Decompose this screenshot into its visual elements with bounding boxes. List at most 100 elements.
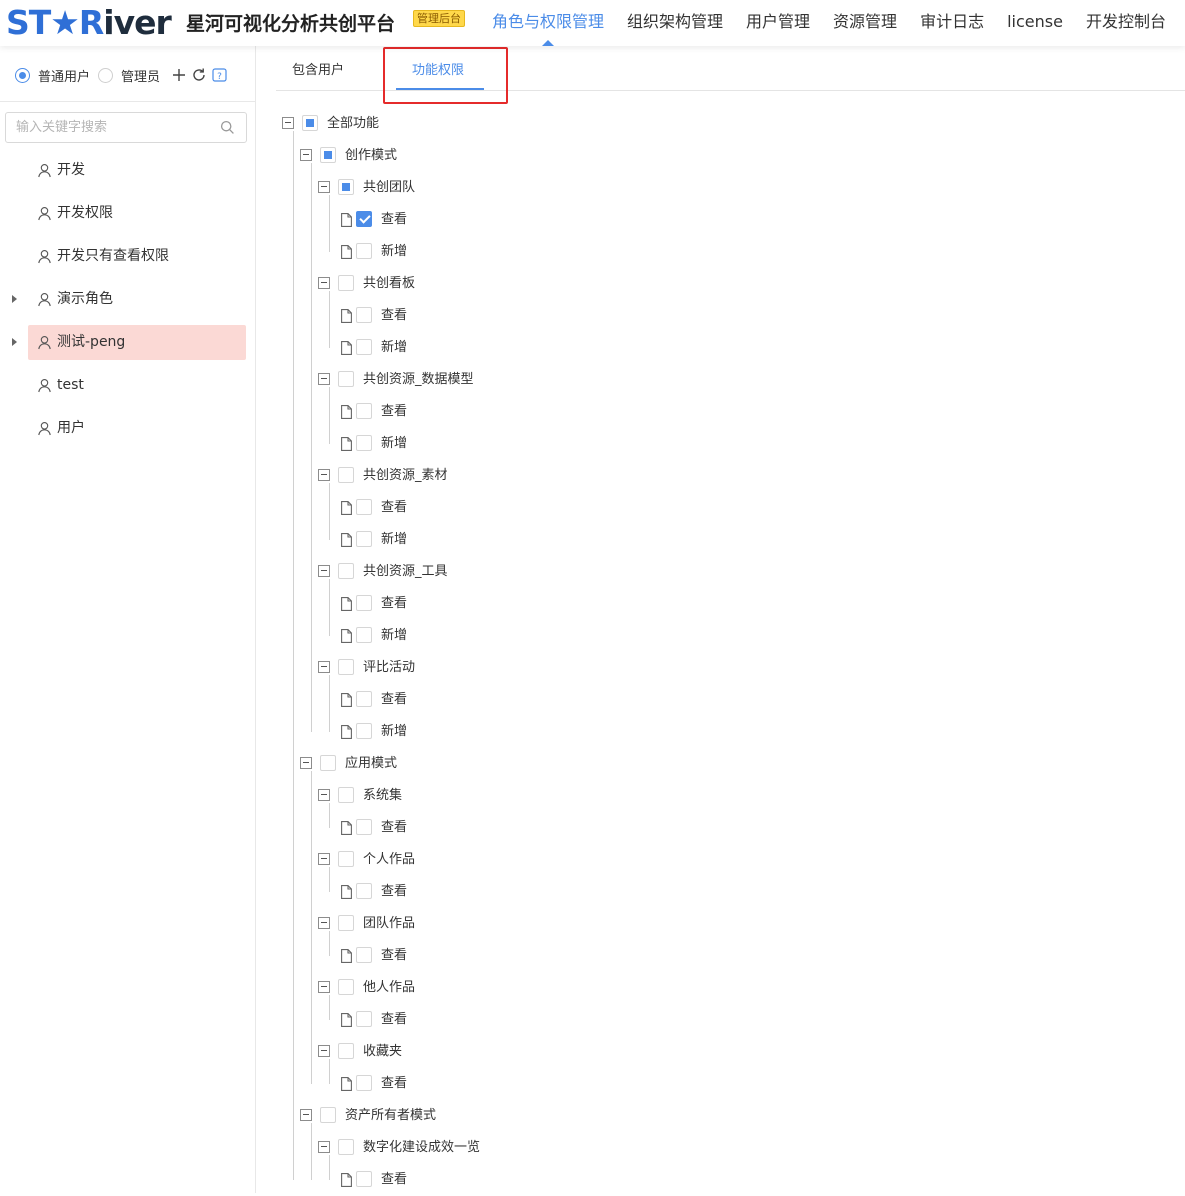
collapse-toggle-icon[interactable] xyxy=(318,277,330,289)
permission-checkbox[interactable] xyxy=(356,1011,372,1027)
tree-leaf-node[interactable]: 新增 xyxy=(256,620,856,652)
permission-checkbox[interactable] xyxy=(356,211,372,227)
refresh-icon[interactable] xyxy=(190,66,208,84)
permission-checkbox[interactable] xyxy=(356,339,372,355)
nav-item-2[interactable]: 用户管理 xyxy=(734,0,821,46)
collapse-toggle-icon[interactable] xyxy=(300,149,312,161)
radio-admin[interactable]: 管理员 xyxy=(98,66,160,85)
collapse-toggle-icon[interactable] xyxy=(318,469,330,481)
tree-branch-node[interactable]: 共创资源_数据模型 xyxy=(256,364,856,396)
tree-leaf-node[interactable]: 新增 xyxy=(256,716,856,748)
permission-checkbox[interactable] xyxy=(338,179,354,195)
add-role-icon[interactable] xyxy=(170,66,188,84)
tab-included-users[interactable]: 包含用户 xyxy=(292,59,344,78)
permission-checkbox[interactable] xyxy=(302,115,318,131)
tree-leaf-node[interactable]: 新增 xyxy=(256,236,856,268)
collapse-toggle-icon[interactable] xyxy=(318,373,330,385)
permission-checkbox[interactable] xyxy=(356,1171,372,1187)
permission-checkbox[interactable] xyxy=(356,531,372,547)
tree-leaf-node[interactable]: 新增 xyxy=(256,332,856,364)
role-item[interactable]: 开发只有查看权限 xyxy=(0,239,256,274)
collapse-toggle-icon[interactable] xyxy=(318,917,330,929)
permission-checkbox[interactable] xyxy=(356,691,372,707)
tree-leaf-node[interactable]: 新增 xyxy=(256,524,856,556)
permission-checkbox[interactable] xyxy=(356,819,372,835)
nav-item-1[interactable]: 组织架构管理 xyxy=(615,0,734,46)
expand-caret-icon[interactable] xyxy=(12,295,17,303)
nav-item-6[interactable]: 开发控制台 xyxy=(1074,0,1177,46)
tree-branch-node[interactable]: 共创资源_工具 xyxy=(256,556,856,588)
tree-leaf-node[interactable]: 查看 xyxy=(256,1164,856,1196)
nav-item-0[interactable]: 角色与权限管理 xyxy=(480,0,615,46)
tree-leaf-node[interactable]: 查看 xyxy=(256,300,856,332)
tree-branch-node[interactable]: 他人作品 xyxy=(256,972,856,1004)
permission-checkbox[interactable] xyxy=(338,1043,354,1059)
permission-checkbox[interactable] xyxy=(356,1075,372,1091)
tree-branch-node[interactable]: 系统集 xyxy=(256,780,856,812)
collapse-toggle-icon[interactable] xyxy=(318,1141,330,1153)
collapse-toggle-icon[interactable] xyxy=(318,981,330,993)
permission-checkbox[interactable] xyxy=(320,147,336,163)
tree-leaf-node[interactable]: 查看 xyxy=(256,492,856,524)
collapse-toggle-icon[interactable] xyxy=(300,757,312,769)
role-item[interactable]: 开发权限 xyxy=(0,196,256,231)
tree-leaf-node[interactable]: 查看 xyxy=(256,1068,856,1100)
tab-function-permissions[interactable]: 功能权限 xyxy=(412,59,464,78)
collapse-toggle-icon[interactable] xyxy=(282,117,294,129)
starriver-logo[interactable]: ST ★ R iver xyxy=(6,4,172,42)
permission-checkbox[interactable] xyxy=(356,947,372,963)
role-item[interactable]: 用户 xyxy=(0,411,256,446)
tree-branch-node[interactable]: 团队作品 xyxy=(256,908,856,940)
radio-normal-user[interactable]: 普通用户 xyxy=(15,66,90,85)
tree-branch-node[interactable]: 创作模式 xyxy=(256,140,856,172)
tree-branch-node[interactable]: 共创团队 xyxy=(256,172,856,204)
permission-checkbox[interactable] xyxy=(338,371,354,387)
permission-checkbox[interactable] xyxy=(356,883,372,899)
permission-checkbox[interactable] xyxy=(356,627,372,643)
permission-checkbox[interactable] xyxy=(338,915,354,931)
permission-checkbox[interactable] xyxy=(338,275,354,291)
tree-branch-node[interactable]: 共创看板 xyxy=(256,268,856,300)
collapse-toggle-icon[interactable] xyxy=(318,853,330,865)
tree-leaf-node[interactable]: 查看 xyxy=(256,940,856,972)
permission-checkbox[interactable] xyxy=(338,787,354,803)
collapse-toggle-icon[interactable] xyxy=(318,789,330,801)
permission-checkbox[interactable] xyxy=(338,659,354,675)
permission-checkbox[interactable] xyxy=(338,563,354,579)
collapse-toggle-icon[interactable] xyxy=(318,661,330,673)
permission-checkbox[interactable] xyxy=(320,1107,336,1123)
tree-leaf-node[interactable]: 新增 xyxy=(256,428,856,460)
search-icon[interactable] xyxy=(220,120,235,135)
tree-leaf-node[interactable]: 查看 xyxy=(256,396,856,428)
role-item[interactable]: 演示角色 xyxy=(0,282,256,317)
role-item[interactable]: 开发 xyxy=(0,153,256,188)
nav-item-3[interactable]: 资源管理 xyxy=(821,0,908,46)
nav-item-4[interactable]: 审计日志 xyxy=(908,0,995,46)
tree-branch-node[interactable]: 评比活动 xyxy=(256,652,856,684)
role-search-input[interactable] xyxy=(6,113,206,142)
tree-leaf-node[interactable]: 查看 xyxy=(256,812,856,844)
permission-checkbox[interactable] xyxy=(338,467,354,483)
tree-branch-node[interactable]: 资产所有者模式 xyxy=(256,1100,856,1132)
permission-checkbox[interactable] xyxy=(356,499,372,515)
role-item[interactable]: 测试-peng xyxy=(0,325,256,360)
radio-normal-user-indicator[interactable] xyxy=(15,67,30,83)
tree-leaf-node[interactable]: 查看 xyxy=(256,684,856,716)
tree-leaf-node[interactable]: 查看 xyxy=(256,588,856,620)
expand-caret-icon[interactable] xyxy=(12,338,17,346)
role-search-box[interactable] xyxy=(5,112,247,143)
tree-branch-node[interactable]: 全部功能 xyxy=(256,108,856,140)
tree-branch-node[interactable]: 数字化建设成效一览 xyxy=(256,1132,856,1164)
radio-admin-indicator[interactable] xyxy=(98,67,114,83)
permission-checkbox[interactable] xyxy=(356,243,372,259)
tree-branch-node[interactable]: 收藏夹 xyxy=(256,1036,856,1068)
help-icon[interactable]: ? xyxy=(210,66,228,84)
collapse-toggle-icon[interactable] xyxy=(318,565,330,577)
tree-branch-node[interactable]: 共创资源_素材 xyxy=(256,460,856,492)
permission-checkbox[interactable] xyxy=(356,403,372,419)
permission-checkbox[interactable] xyxy=(320,755,336,771)
collapse-toggle-icon[interactable] xyxy=(318,1045,330,1057)
collapse-toggle-icon[interactable] xyxy=(318,181,330,193)
role-item[interactable]: test xyxy=(0,368,256,403)
permission-checkbox[interactable] xyxy=(356,723,372,739)
